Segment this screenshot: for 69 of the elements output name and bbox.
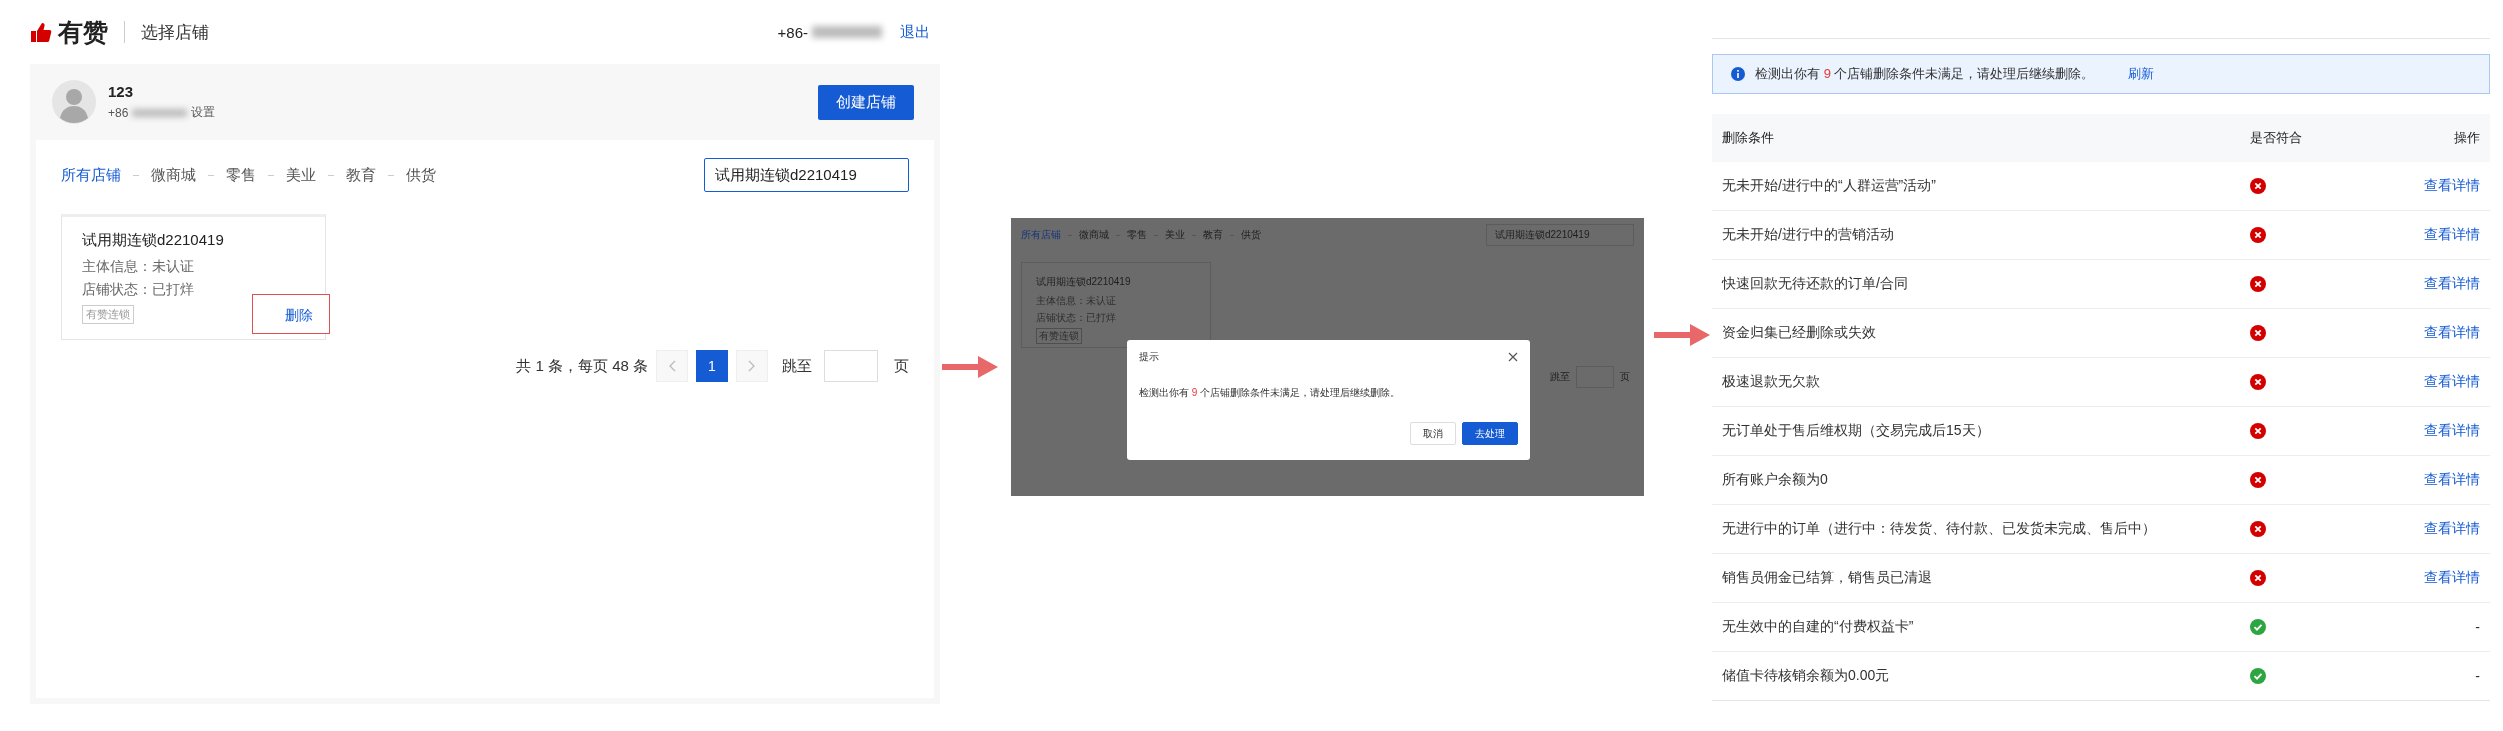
view-details-link[interactable]: 查看详情 [2424,520,2480,536]
close-button[interactable] [1508,352,1518,362]
table-cell-text: 无未开始/进行中的“人群运营”活动” [1722,177,1937,195]
table-cell-text: 资金归集已经删除或失效 [1722,324,1877,342]
chevron-left-icon [667,359,677,373]
column-header: 删除条件 [1722,129,1775,147]
store-tab[interactable]: 供货 [406,165,436,185]
dialog-message: 检测出你有 9 个店铺删除条件未满足，请处理后继续删除。 [1139,386,1402,400]
table-cell-text: 快速回款无待还款的订单/合同 [1722,275,1909,293]
account-phone: +86 [108,105,129,120]
brand-name: 有赞 [58,16,108,48]
store-tab[interactable]: 零售 [226,165,256,185]
page-title: 选择店铺 [141,21,209,44]
redacted-mark [132,108,188,117]
process-button[interactable]: 去处理 [1462,422,1518,445]
settings-link[interactable]: 设置 [191,104,216,121]
view-details-link[interactable]: 查看详情 [2424,422,2480,438]
store-tab[interactable]: 教育 [346,165,376,185]
column-header: 操作 [2453,129,2480,147]
delete-button[interactable]: 删除 [252,294,330,334]
view-details-link[interactable]: 查看详情 [2424,275,2480,291]
page-unit: 页 [1620,370,1630,384]
view-details-link[interactable]: 查看详情 [2424,226,2480,242]
view-details-link[interactable]: 查看详情 [2424,324,2480,340]
view-details-link[interactable]: 查看详情 [2424,177,2480,193]
cancel-button[interactable]: 取消 [1410,422,1456,445]
alert-message: 检测出你有 9 个店铺删除条件未满足，请处理后继续删除。 [1755,65,2095,83]
jump-label: 跳至 [1550,370,1570,384]
refresh-link[interactable]: 刷新 [2128,65,2155,83]
jump-label: 跳至 [782,356,812,376]
table-cell-text: 无生效中的自建的“付费权益卡” [1722,618,1915,636]
table-cell-text: 销售员佣金已结算，销售员已清退 [1722,569,1933,587]
table-cell-text: 极速退款无欠款 [1722,373,1821,391]
store-tag: 有赞连锁 [82,305,134,324]
store-info: 店铺状态：已打烊 [82,281,195,299]
store-tab[interactable]: 所有店铺 [61,165,121,185]
table-cell-text: 所有账户余额为0 [1722,471,1829,489]
table-cell-text: 无未开始/进行中的营销活动 [1722,226,1895,244]
redacted-mark [812,26,882,38]
account-name: 123 [108,83,135,100]
table-cell: - [2475,668,2480,684]
table-cell: - [2475,619,2480,635]
close-icon [1508,352,1518,362]
next-page-button[interactable] [736,350,768,382]
pagination-summary: 共 1 条，每页 48 条 [516,356,648,376]
store-tab[interactable]: 美业 [286,165,316,185]
info-icon [1731,67,1745,81]
view-details-link[interactable]: 查看详情 [2424,373,2480,389]
dialog-title: 提示 [1139,350,1159,364]
page-button[interactable]: 1 [696,350,728,382]
avatar-icon [52,80,96,124]
table-cell-text: 无订单处于售后维权期（交易完成后15天） [1722,422,1991,440]
chevron-right-icon [747,359,757,373]
column-header: 是否符合 [2250,129,2303,147]
create-store-button[interactable]: 创建店铺 [818,84,914,120]
view-details-link[interactable]: 查看详情 [2424,471,2480,487]
store-name: 试用期连锁d2210419 [82,231,225,250]
search-field[interactable]: 试用期连锁d2210419 [704,158,909,192]
table-cell-text: 无进行中的订单（进行中：待发货、待付款、已发货未完成、售后中） [1722,520,2157,538]
page-unit: 页 [894,356,909,376]
previous-page-button[interactable] [656,350,688,382]
store-info: 主体信息：未认证 [82,258,195,276]
store-name: 试用期连锁d2210419 [1036,275,1132,289]
thumbs-up-icon [30,21,52,43]
logout-link[interactable]: 退出 [900,22,930,42]
view-details-link[interactable]: 查看详情 [2424,569,2480,585]
table-cell-text: 储值卡待核销余额为0.00元 [1722,667,1891,685]
store-tab[interactable]: 微商城 [151,165,196,185]
phone-number: +86- [777,23,808,41]
